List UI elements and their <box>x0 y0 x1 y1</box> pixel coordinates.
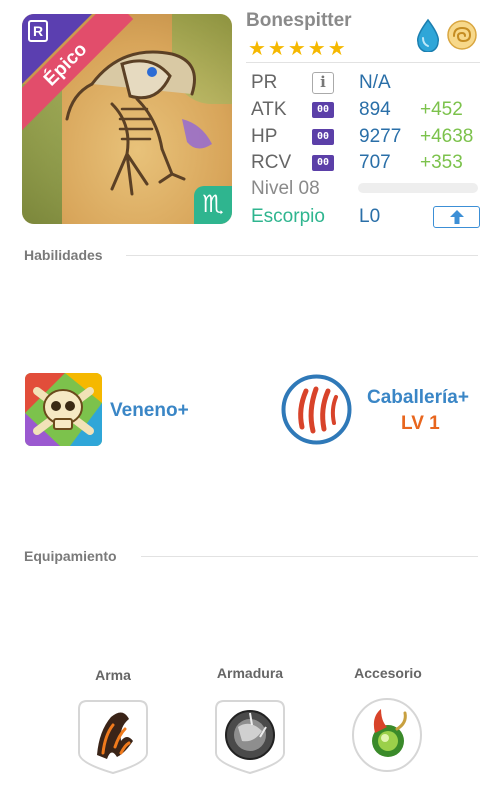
star-rating: ★★★★★ <box>248 38 348 60</box>
stat-value-pr: N/A <box>359 72 391 93</box>
skills-divider <box>126 255 478 256</box>
stat-bonus-rcv: +353 <box>420 152 463 173</box>
rcv-level-chip: 00 <box>312 155 334 171</box>
water-drop-icon <box>416 18 440 52</box>
creature-name: Bonespitter <box>246 10 352 31</box>
rarity-badge: R <box>28 20 48 42</box>
skill-name-caballeria[interactable]: Caballería+ <box>367 387 469 409</box>
upgrade-button[interactable] <box>433 206 480 228</box>
equipment-divider <box>141 556 478 557</box>
stat-label-atk: ATK <box>251 99 287 120</box>
equip-label-weapon: Arma <box>95 667 131 683</box>
info-button[interactable]: i <box>312 72 334 94</box>
arrow-up-icon <box>450 210 464 224</box>
stat-label-pr: PR <box>251 72 278 93</box>
skill-level-caballeria: LV 1 <box>401 413 440 434</box>
stat-label-rcv: RCV <box>251 152 292 173</box>
lava-claw-icon[interactable] <box>77 697 149 775</box>
shield-orb-icon[interactable] <box>214 697 286 775</box>
atk-level-chip: 00 <box>312 102 334 118</box>
stat-bonus-hp: +4638 <box>420 126 474 147</box>
hp-level-chip: 00 <box>312 129 334 145</box>
zodiac-scorpio-icon: ♏ <box>194 186 232 224</box>
zodiac-level-value: L0 <box>359 206 381 227</box>
stat-value-rcv: 707 <box>359 152 391 173</box>
stat-value-hp: 9277 <box>359 126 402 147</box>
poison-skull-icon[interactable] <box>25 373 102 446</box>
stat-value-atk: 894 <box>359 99 391 120</box>
header-divider <box>246 62 480 63</box>
skill-name-veneno[interactable]: Veneno+ <box>110 400 189 422</box>
equip-label-accessory: Accesorio <box>354 665 422 681</box>
level-label: Nivel 08 <box>251 178 320 199</box>
equipment-section-title: Equipamiento <box>24 548 117 564</box>
stat-label-hp: HP <box>251 126 278 147</box>
green-orb-icon[interactable] <box>351 697 423 775</box>
claw-slash-icon[interactable] <box>280 373 353 446</box>
cloud-swirl-icon <box>447 20 477 50</box>
skills-section-title: Habilidades <box>24 247 103 263</box>
zodiac-sign-label: Escorpio <box>251 206 325 227</box>
creature-portrait[interactable]: Épico R ♏ <box>22 14 232 224</box>
stat-bonus-atk: +452 <box>420 99 463 120</box>
equip-label-armor: Armadura <box>216 665 284 681</box>
level-progress-bar <box>358 183 478 193</box>
